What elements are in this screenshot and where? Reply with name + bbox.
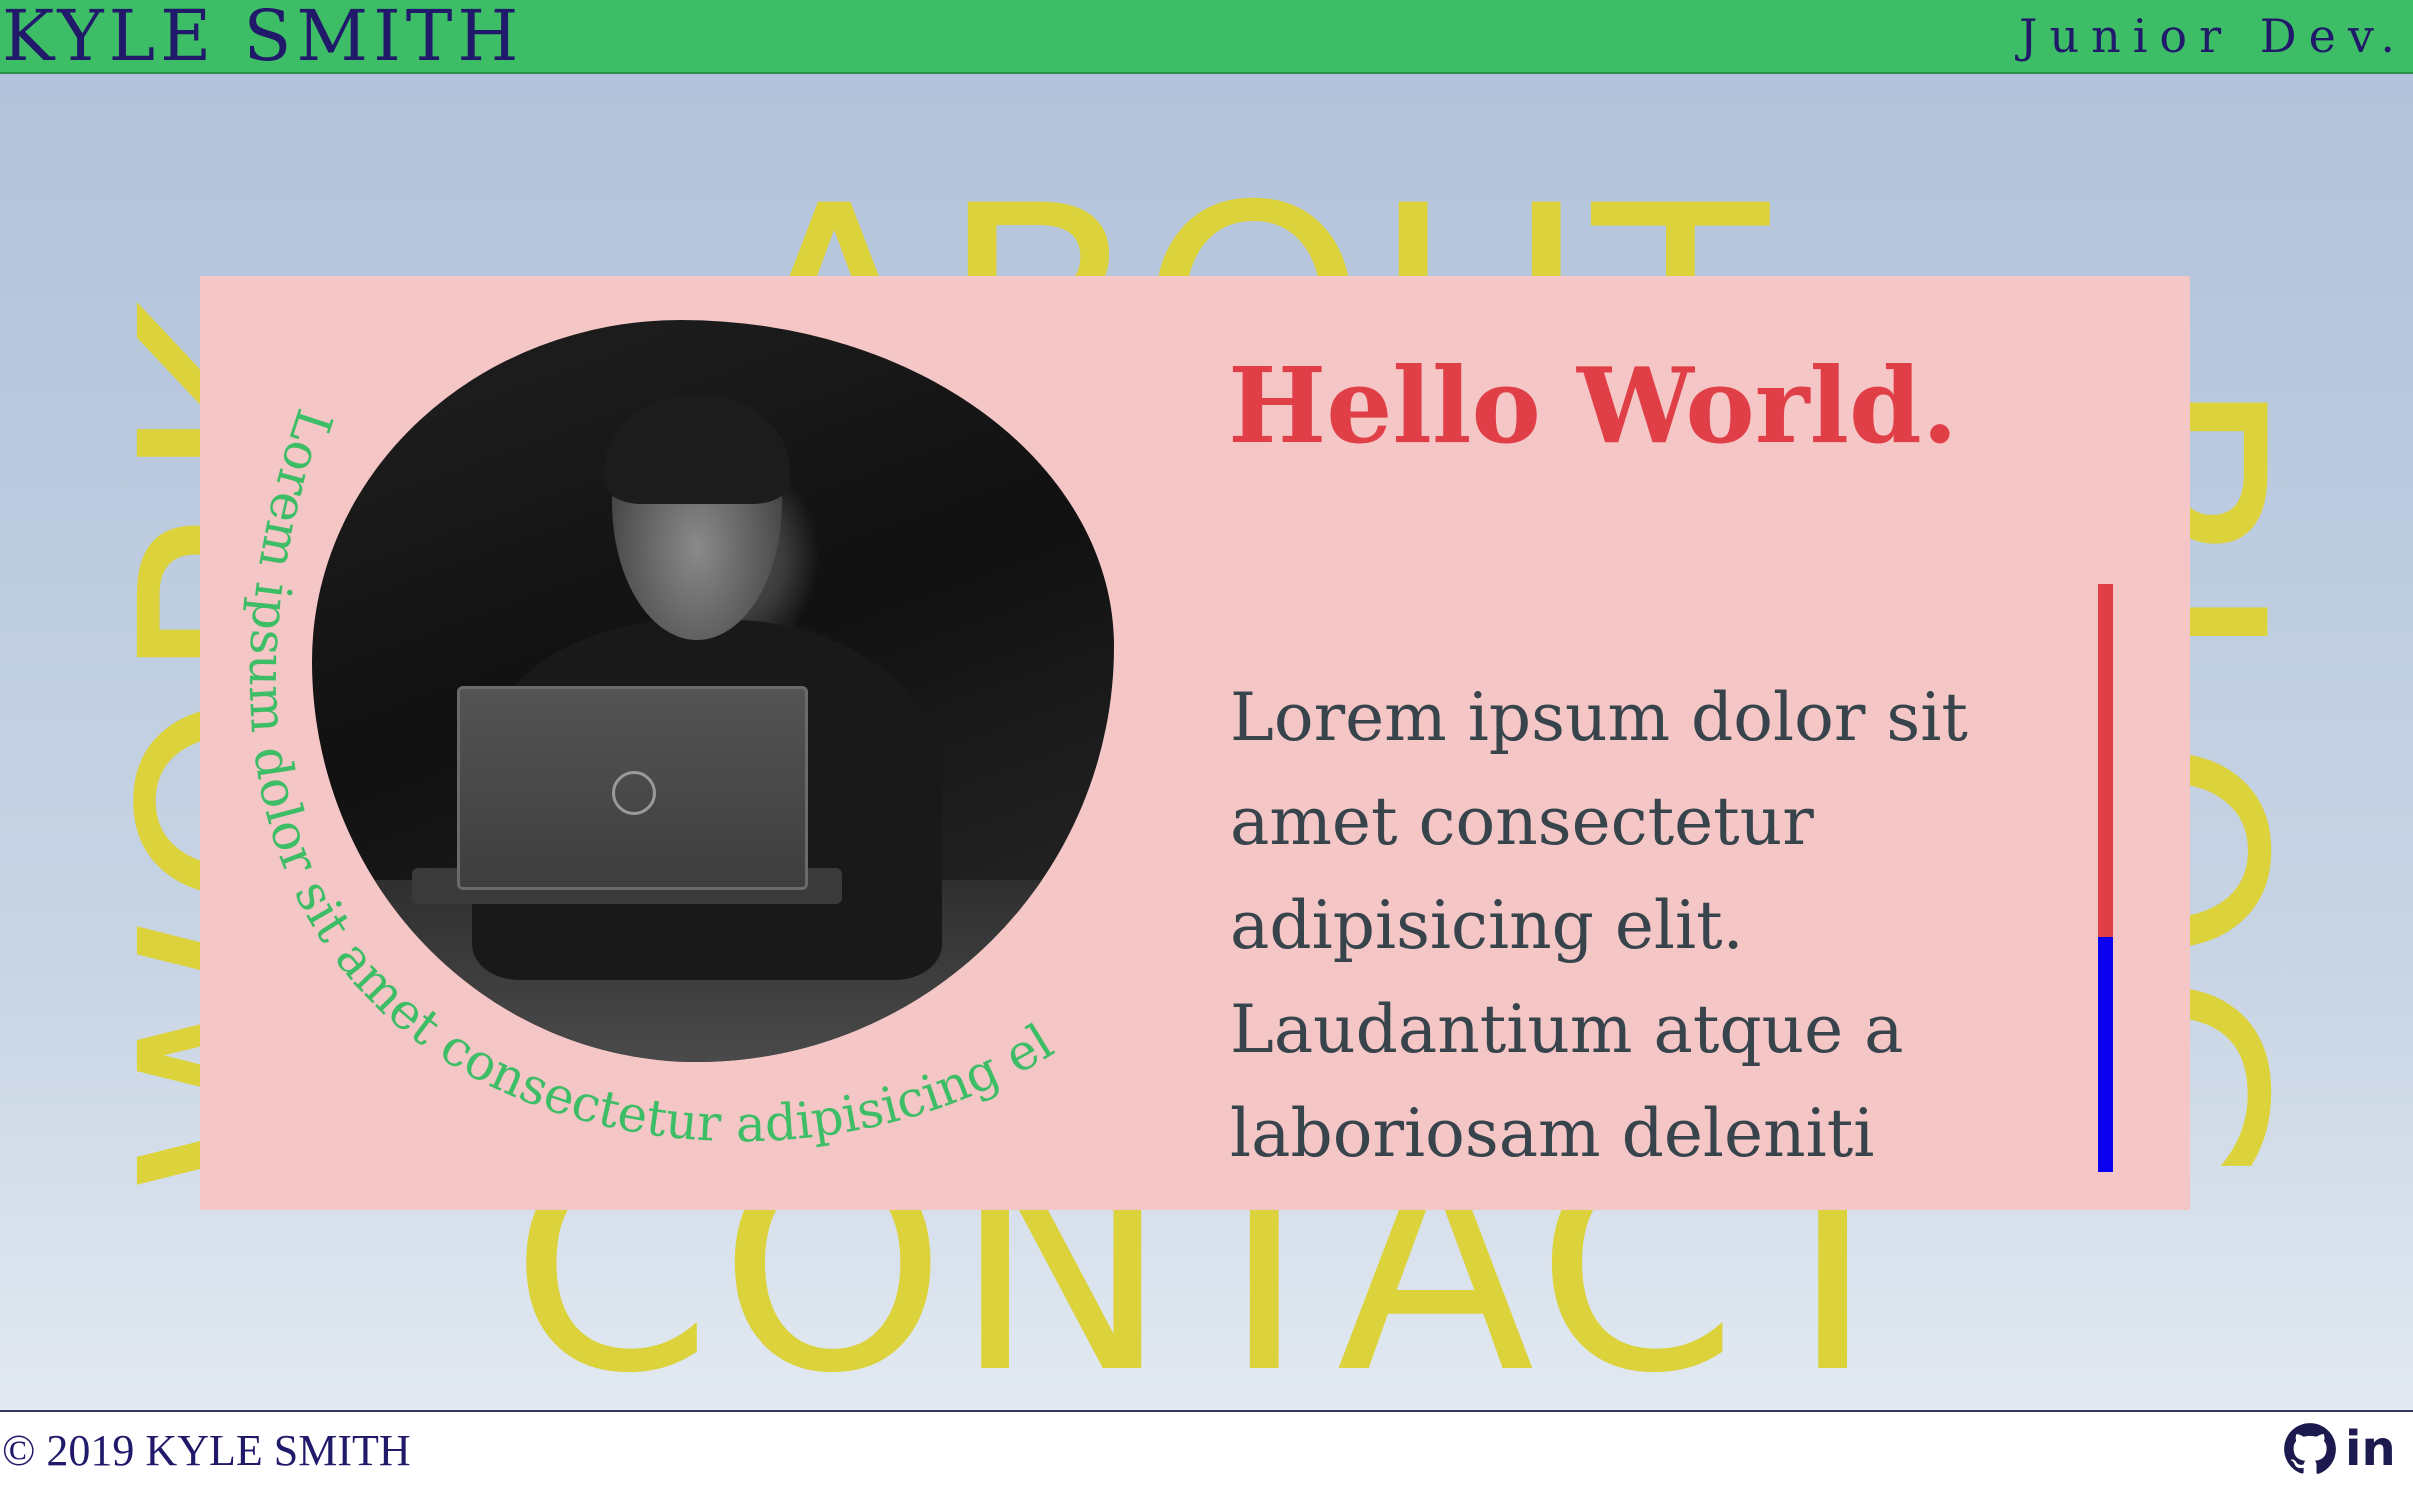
hero-bio: Lorem ipsum dolor sit amet consectetur a… (1230, 679, 1968, 1172)
copyright-text: © 2019 KYLE SMITH (2, 1426, 411, 1475)
linkedin-icon-glyph: in (2345, 1421, 2396, 1477)
hero-card: Lorem ipsum dolor sit amet consectetur a… (200, 276, 2190, 1210)
laptop-logo-icon (612, 771, 656, 815)
site-header: KYLE SMITH Junior Dev. (0, 0, 2413, 76)
main-stage: ABOUT CONTACT WORK BLOG Lorem ipsum dolo… (0, 74, 2413, 1410)
hero-heading: Hello World. (1228, 344, 1958, 467)
photo-beanie (604, 394, 790, 504)
github-icon[interactable] (2283, 1422, 2337, 1476)
role-tagline: Junior Dev. (2019, 9, 2407, 63)
accent-bar-blue (2098, 937, 2113, 1172)
site-footer: © 2019 KYLE SMITH in (0, 1410, 2413, 1488)
photo-laptop (457, 686, 808, 890)
github-icon-glyph (2284, 1423, 2336, 1474)
brand-name[interactable]: KYLE SMITH (2, 0, 523, 76)
social-links: in (2283, 1422, 2399, 1476)
linkedin-icon[interactable]: in (2345, 1422, 2399, 1476)
accent-bar-red (2098, 584, 2113, 937)
profile-photo (312, 320, 1114, 1062)
